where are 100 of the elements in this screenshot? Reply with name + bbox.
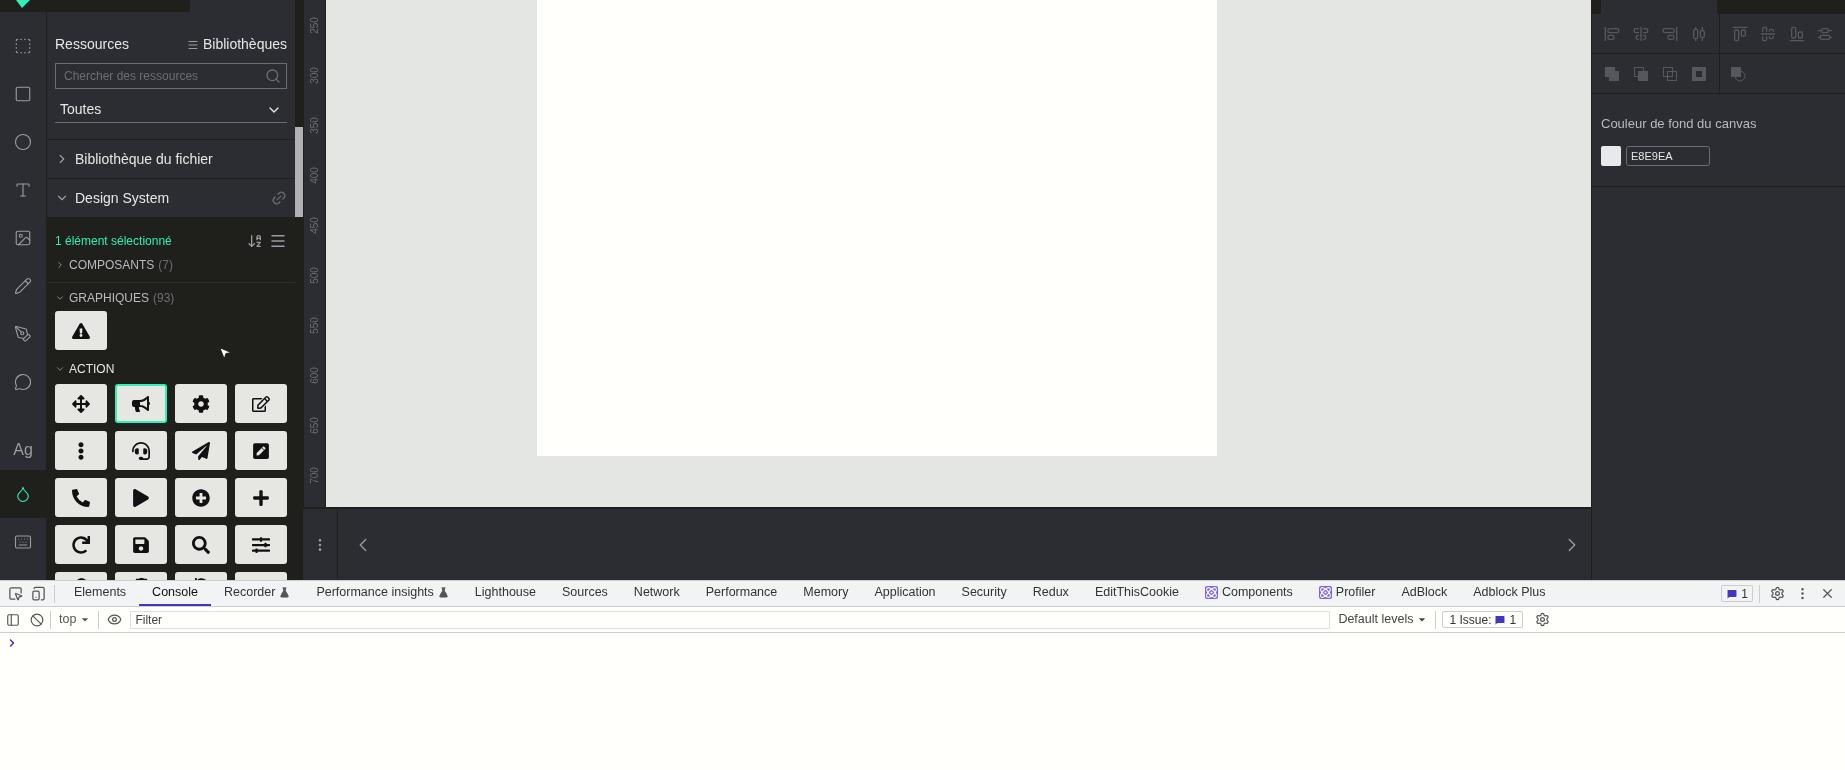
pen-tool-icon bbox=[14, 325, 32, 343]
context-selector[interactable]: top bbox=[51, 610, 100, 629]
inspect-icon[interactable] bbox=[8, 586, 23, 601]
keyboard-icon bbox=[14, 533, 32, 551]
panel-title: Ressources bbox=[55, 35, 129, 54]
devtools-tab[interactable]: Profiler bbox=[1305, 581, 1389, 606]
group-count: (7) bbox=[158, 257, 173, 274]
devtools-tab[interactable]: Network bbox=[620, 581, 693, 606]
filter-field[interactable]: Filter bbox=[130, 610, 1331, 629]
clear-console-icon[interactable] bbox=[30, 612, 44, 627]
log-levels-dropdown[interactable]: Default levels bbox=[1330, 610, 1437, 629]
selection-status: 1 élément sélectionné bbox=[55, 233, 172, 250]
icon-tile[interactable] bbox=[175, 478, 227, 517]
devtools-tab[interactable]: Components bbox=[1191, 581, 1306, 606]
icon-tile[interactable] bbox=[115, 384, 167, 423]
react-icon bbox=[1204, 586, 1218, 599]
devtools-tab[interactable]: Security bbox=[948, 581, 1020, 606]
devtools-tab[interactable]: Console bbox=[139, 581, 211, 606]
icon-tile[interactable] bbox=[235, 384, 287, 423]
devtools-tab[interactable]: EditThisCookie bbox=[1081, 581, 1192, 606]
devtools-tab[interactable]: Redux bbox=[1019, 581, 1082, 606]
scrollbar-thumb[interactable] bbox=[295, 127, 303, 217]
droplet-button[interactable] bbox=[0, 470, 46, 518]
sidebar-toggle-icon[interactable] bbox=[6, 612, 20, 627]
icon-tile[interactable] bbox=[235, 525, 287, 564]
color-swatch[interactable] bbox=[1601, 145, 1621, 166]
section-title: Design System bbox=[75, 188, 170, 208]
icon-tile[interactable] bbox=[115, 431, 167, 470]
settings-icon[interactable] bbox=[1535, 612, 1551, 627]
devtools-tab[interactable]: Memory bbox=[790, 581, 862, 606]
ruler-label: 300 bbox=[308, 66, 321, 84]
settings-icon[interactable] bbox=[1770, 586, 1785, 601]
devtools-tab[interactable]: Lighthouse bbox=[461, 581, 549, 606]
icon-tile[interactable] bbox=[115, 478, 167, 517]
intersect-icon bbox=[1661, 65, 1678, 82]
comment-tool-icon bbox=[14, 373, 32, 391]
devtools-tab[interactable]: Recorder bbox=[211, 581, 304, 606]
exclude-icon bbox=[1690, 65, 1707, 82]
chevron-down-icon bbox=[55, 364, 65, 374]
icon-tile[interactable] bbox=[175, 384, 227, 423]
play-icon bbox=[132, 488, 150, 507]
flask-icon bbox=[279, 587, 291, 598]
color-hex-field[interactable]: E8E9EA bbox=[1626, 145, 1710, 166]
typography-tool-button[interactable]: Ag bbox=[0, 430, 46, 470]
subtract-icon bbox=[1633, 65, 1650, 82]
ruler-label: 650 bbox=[308, 416, 321, 434]
ruler-label: 250 bbox=[308, 16, 321, 34]
devtools-tab[interactable]: Performance bbox=[692, 581, 791, 606]
icon-tile[interactable] bbox=[235, 478, 287, 517]
devtools-tab[interactable]: Elements bbox=[61, 581, 140, 606]
group-header[interactable]: GRAPHIQUES (93) bbox=[47, 283, 295, 311]
ruler-label: 500 bbox=[308, 266, 321, 284]
device-icon[interactable] bbox=[31, 586, 46, 601]
flask-icon bbox=[437, 587, 449, 598]
group-title: GRAPHIQUES bbox=[69, 290, 149, 307]
group-count: (93) bbox=[153, 290, 175, 307]
pencil-tool-icon bbox=[14, 277, 32, 295]
issues-badge[interactable]: 1 bbox=[1721, 585, 1753, 602]
list-view-icon[interactable] bbox=[269, 232, 287, 250]
icon-tile[interactable] bbox=[55, 384, 107, 423]
flatten-icon bbox=[1730, 65, 1746, 82]
chevron-right-icon bbox=[55, 260, 65, 270]
icon-tile[interactable] bbox=[55, 525, 107, 564]
warning-icon bbox=[72, 321, 90, 340]
icon-tile[interactable] bbox=[175, 525, 227, 564]
close-icon[interactable] bbox=[1820, 586, 1835, 601]
icon-tile[interactable] bbox=[175, 431, 227, 470]
search-icon bbox=[265, 68, 281, 84]
section-title: Bibliothèque du fichier bbox=[75, 149, 213, 169]
message-icon bbox=[1494, 613, 1507, 626]
graphic-tile[interactable] bbox=[55, 311, 107, 350]
issues-label: 1 Issue: bbox=[1449, 611, 1492, 629]
devtools-tab[interactable]: AdBlock bbox=[1388, 581, 1461, 606]
devtools-tab[interactable]: Application bbox=[861, 581, 949, 606]
icon-tile[interactable] bbox=[115, 525, 167, 564]
react-icon bbox=[1318, 586, 1332, 599]
paper-plane-icon bbox=[192, 441, 210, 460]
issues-button[interactable]: 1 Issue: 1 bbox=[1442, 611, 1524, 628]
icon-tile[interactable] bbox=[55, 478, 107, 517]
megaphone-icon bbox=[132, 394, 150, 413]
icon-tile[interactable] bbox=[235, 431, 287, 470]
icon-tile[interactable] bbox=[55, 431, 107, 470]
filter-dropdown[interactable]: Toutes bbox=[55, 97, 287, 123]
group-title: ACTION bbox=[69, 361, 115, 378]
save-icon bbox=[132, 535, 150, 554]
group-title: COMPOSANTS bbox=[69, 257, 155, 274]
libraries-button[interactable]: Bibliothèques bbox=[186, 34, 287, 55]
devtools-tab[interactable]: Sources bbox=[549, 581, 621, 606]
search-field[interactable]: Chercher des ressources bbox=[55, 63, 287, 89]
ruler-label: 600 bbox=[308, 366, 321, 384]
chevron-down-icon bbox=[55, 293, 65, 303]
edit-icon bbox=[252, 394, 270, 413]
search-icon bbox=[192, 535, 210, 554]
sort-icon[interactable] bbox=[247, 233, 263, 249]
devtools-tab[interactable]: Performance insights bbox=[303, 581, 462, 606]
frame-tool-icon bbox=[14, 37, 32, 55]
ruler-label: 350 bbox=[308, 116, 321, 134]
devtools-tab[interactable]: Adblock Plus bbox=[1460, 581, 1559, 606]
eye-icon[interactable] bbox=[107, 612, 123, 627]
group-header[interactable]: ACTION bbox=[47, 350, 295, 384]
